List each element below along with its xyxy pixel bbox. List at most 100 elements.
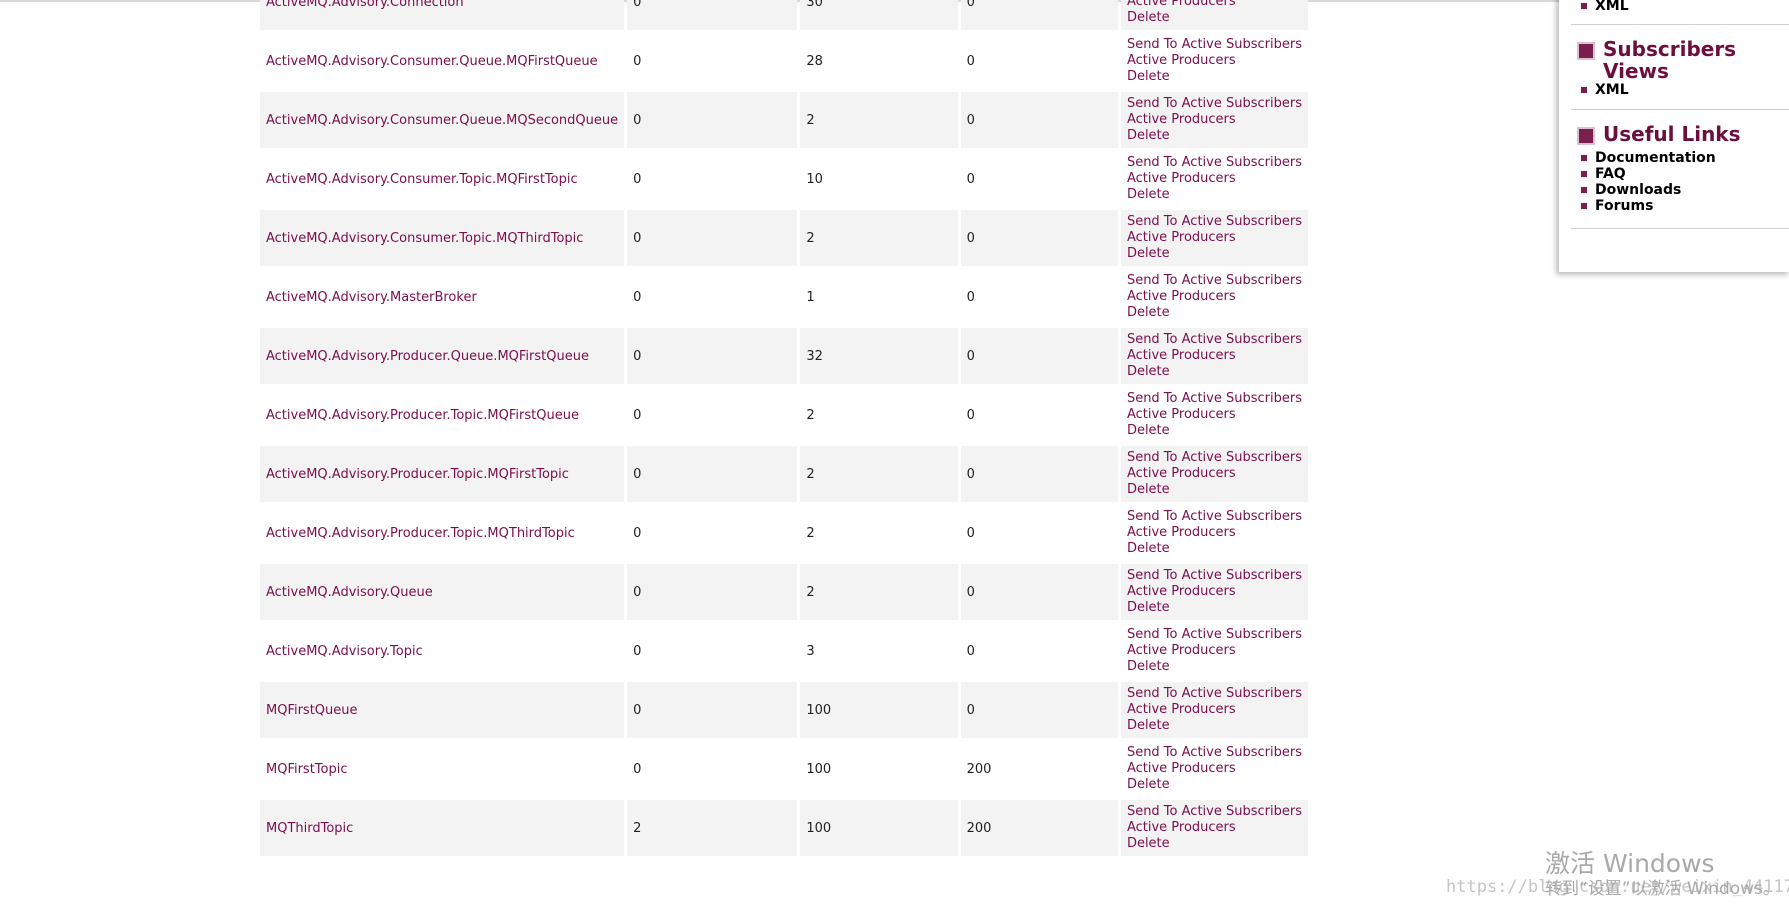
- active-producers-link[interactable]: Active Producers: [1127, 466, 1302, 482]
- delete-link[interactable]: Delete: [1127, 600, 1302, 616]
- active-producers-link[interactable]: Active Producers: [1127, 348, 1302, 364]
- active-producers-link[interactable]: Active Producers: [1127, 525, 1302, 541]
- faq-link[interactable]: FAQ: [1581, 166, 1716, 182]
- active-producers-link[interactable]: Active Producers: [1127, 584, 1302, 600]
- dequeued-count-cell: 0: [960, 269, 1118, 325]
- send-to-active-subscribers-link[interactable]: Send To Active Subscribers: [1127, 627, 1302, 643]
- topic-name-link[interactable]: ActiveMQ.Advisory.Producer.Queue.MQFirst…: [266, 349, 589, 364]
- sidebar-divider: [1571, 24, 1789, 25]
- topic-name-link[interactable]: ActiveMQ.Advisory.Consumer.Topic.MQFirst…: [266, 172, 578, 187]
- active-producers-link[interactable]: Active Producers: [1127, 171, 1302, 187]
- forums-link[interactable]: Forums: [1581, 198, 1716, 214]
- active-producers-link[interactable]: Active Producers: [1127, 289, 1302, 305]
- topic-name-link[interactable]: ActiveMQ.Advisory.Producer.Topic.MQThird…: [266, 526, 575, 541]
- delete-link[interactable]: Delete: [1127, 836, 1302, 852]
- active-producers-link[interactable]: Active Producers: [1127, 643, 1302, 659]
- topic-name-link[interactable]: ActiveMQ.Advisory.Queue: [266, 585, 433, 600]
- table-row: ActiveMQ.Advisory.Consumer.Topic.MQFirst…: [260, 151, 1308, 207]
- delete-link[interactable]: Delete: [1127, 659, 1302, 675]
- operations-cell: Send To Active SubscribersActive Produce…: [1120, 741, 1308, 797]
- enqueued-count-cell: 10: [800, 151, 958, 207]
- topic-name-cell: ActiveMQ.Advisory.Consumer.Topic.MQFirst…: [260, 151, 625, 207]
- documentation-link[interactable]: Documentation: [1581, 150, 1716, 166]
- send-to-active-subscribers-link[interactable]: Send To Active Subscribers: [1127, 273, 1302, 289]
- send-to-active-subscribers-link[interactable]: Send To Active Subscribers: [1127, 509, 1302, 525]
- table-row: ActiveMQ.Advisory.Producer.Queue.MQFirst…: [260, 328, 1308, 384]
- active-producers-link[interactable]: Active Producers: [1127, 407, 1302, 423]
- send-to-active-subscribers-link[interactable]: Send To Active Subscribers: [1127, 745, 1302, 761]
- delete-link[interactable]: Delete: [1127, 364, 1302, 380]
- subscribers-xml-link[interactable]: XML: [1581, 82, 1629, 98]
- topic-name-cell: ActiveMQ.Advisory.Topic: [260, 623, 625, 679]
- send-to-active-subscribers-link[interactable]: Send To Active Subscribers: [1127, 214, 1302, 230]
- topic-name-link[interactable]: ActiveMQ.Advisory.Connection: [266, 0, 464, 10]
- dequeued-count-cell: 200: [960, 741, 1118, 797]
- operations-cell: Send To Active SubscribersActive Produce…: [1120, 682, 1308, 738]
- enqueued-count-cell: 1: [800, 269, 958, 325]
- consumer-count-cell: 0: [627, 328, 798, 384]
- topic-name-link[interactable]: ActiveMQ.Advisory.Consumer.Queue.MQSecon…: [266, 113, 618, 128]
- active-producers-link[interactable]: Active Producers: [1127, 702, 1302, 718]
- delete-link[interactable]: Delete: [1127, 246, 1302, 262]
- dequeued-count-cell: 0: [960, 564, 1118, 620]
- enqueued-count-cell: 100: [800, 800, 958, 856]
- enqueued-count-cell: 2: [800, 446, 958, 502]
- bullet-icon: [1581, 171, 1587, 177]
- enqueued-count-cell: 2: [800, 387, 958, 443]
- delete-link[interactable]: Delete: [1127, 128, 1302, 144]
- topic-name-link[interactable]: ActiveMQ.Advisory.Producer.Topic.MQFirst…: [266, 467, 569, 482]
- delete-link[interactable]: Delete: [1127, 69, 1302, 85]
- send-to-active-subscribers-link[interactable]: Send To Active Subscribers: [1127, 686, 1302, 702]
- dequeued-count-cell: 0: [960, 92, 1118, 148]
- delete-link[interactable]: Delete: [1127, 10, 1302, 26]
- topic-name-link[interactable]: ActiveMQ.Advisory.Producer.Topic.MQFirst…: [266, 408, 579, 423]
- topic-name-cell: ActiveMQ.Advisory.Connection: [260, 0, 625, 30]
- topic-name-link[interactable]: ActiveMQ.Advisory.Topic: [266, 644, 423, 659]
- active-producers-link[interactable]: Active Producers: [1127, 820, 1302, 836]
- delete-link[interactable]: Delete: [1127, 777, 1302, 793]
- table-row: ActiveMQ.Advisory.Producer.Topic.MQFirst…: [260, 387, 1308, 443]
- active-producers-link[interactable]: Active Producers: [1127, 761, 1302, 777]
- delete-link[interactable]: Delete: [1127, 187, 1302, 203]
- topic-name-link[interactable]: MQFirstQueue: [266, 703, 358, 718]
- operations-cell: Send To Active SubscribersActive Produce…: [1120, 269, 1308, 325]
- delete-link[interactable]: Delete: [1127, 305, 1302, 321]
- send-to-active-subscribers-link[interactable]: Send To Active Subscribers: [1127, 568, 1302, 584]
- topic-name-cell: ActiveMQ.Advisory.MasterBroker: [260, 269, 625, 325]
- consumer-count-cell: 0: [627, 505, 798, 561]
- dequeued-count-cell: 0: [960, 33, 1118, 89]
- delete-link[interactable]: Delete: [1127, 541, 1302, 557]
- topic-name-cell: ActiveMQ.Advisory.Producer.Queue.MQFirst…: [260, 328, 625, 384]
- send-to-active-subscribers-link[interactable]: Send To Active Subscribers: [1127, 804, 1302, 820]
- send-to-active-subscribers-link[interactable]: Send To Active Subscribers: [1127, 332, 1302, 348]
- operations-cell: Send To Active SubscribersActive Produce…: [1120, 328, 1308, 384]
- windows-activation-title: 激活 Windows: [1545, 849, 1715, 878]
- topic-name-link[interactable]: ActiveMQ.Advisory.Consumer.Queue.MQFirst…: [266, 54, 598, 69]
- enqueued-count-cell: 2: [800, 210, 958, 266]
- send-to-active-subscribers-link[interactable]: Send To Active Subscribers: [1127, 391, 1302, 407]
- send-to-active-subscribers-link[interactable]: Send To Active Subscribers: [1127, 37, 1302, 53]
- send-to-active-subscribers-link[interactable]: Send To Active Subscribers: [1127, 450, 1302, 466]
- delete-link[interactable]: Delete: [1127, 482, 1302, 498]
- sidebar-divider: [1571, 109, 1789, 110]
- active-producers-link[interactable]: Active Producers: [1127, 53, 1302, 69]
- active-producers-link[interactable]: Active Producers: [1127, 230, 1302, 246]
- active-producers-link[interactable]: Active Producers: [1127, 112, 1302, 128]
- enqueued-count-cell: 28: [800, 33, 958, 89]
- bullet-icon: [1581, 87, 1587, 93]
- downloads-link[interactable]: Downloads: [1581, 182, 1716, 198]
- topic-name-cell: ActiveMQ.Advisory.Queue: [260, 564, 625, 620]
- delete-link[interactable]: Delete: [1127, 423, 1302, 439]
- sidebar-top-xml-link[interactable]: XML: [1581, 0, 1629, 14]
- send-to-active-subscribers-link[interactable]: Send To Active Subscribers: [1127, 96, 1302, 112]
- send-to-active-subscribers-link[interactable]: Send To Active Subscribers: [1127, 155, 1302, 171]
- topic-name-link[interactable]: ActiveMQ.Advisory.Consumer.Topic.MQThird…: [266, 231, 583, 246]
- bullet-icon: [1581, 187, 1587, 193]
- active-producers-link[interactable]: Active Producers: [1127, 0, 1302, 10]
- topic-name-cell: ActiveMQ.Advisory.Producer.Topic.MQFirst…: [260, 446, 625, 502]
- topic-name-link[interactable]: MQFirstTopic: [266, 762, 348, 777]
- topic-name-link[interactable]: MQThirdTopic: [266, 821, 353, 836]
- consumer-count-cell: 0: [627, 0, 798, 30]
- topic-name-link[interactable]: ActiveMQ.Advisory.MasterBroker: [266, 290, 477, 305]
- delete-link[interactable]: Delete: [1127, 718, 1302, 734]
